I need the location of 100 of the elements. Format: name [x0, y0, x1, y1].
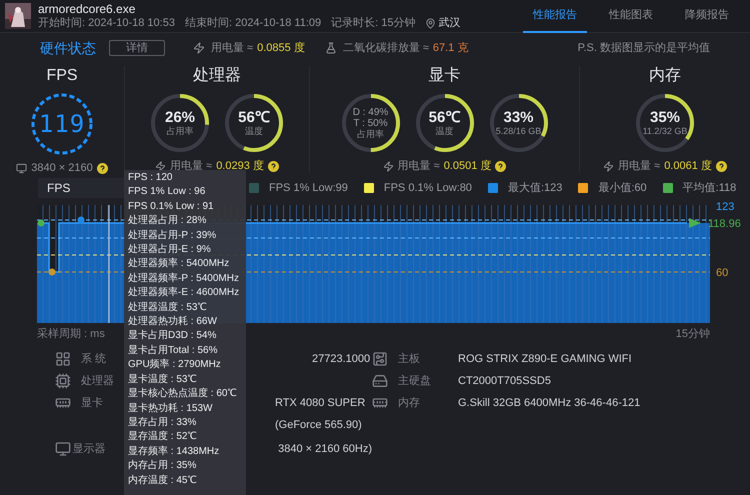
tooltip-line: FPS : 120: [128, 171, 172, 185]
power-value: 0.0855 度: [257, 40, 305, 56]
info-value: ROG STRIX Z890-E GAMING WIFI: [458, 352, 632, 365]
tooltip-line: 处理器占用-P : 39%: [128, 228, 216, 243]
tooltip-line: 显卡占用Total : 56%: [128, 344, 218, 358]
resolution-icon: [16, 162, 28, 174]
power-value: 0.0061 度: [664, 158, 712, 174]
help-icon[interactable]: [495, 160, 506, 172]
legend-label: FPS 1% Low:99: [269, 180, 348, 196]
gauge-value: 56℃: [238, 109, 270, 126]
chart-end-label: 15分钟: [676, 326, 710, 342]
location: 武汉: [438, 16, 460, 30]
tooltip-line: 处理器占用-E : 9%: [128, 243, 211, 258]
tooltip-line: 处理器频率 : 5400MHz: [128, 257, 230, 272]
info-label: 处理器: [81, 374, 114, 387]
display-icon: [55, 441, 71, 457]
tooltip-line: 处理器频率-E : 4600MHz: [128, 286, 240, 300]
info-value: (GeForce 565.90): [275, 418, 362, 431]
section-title: 硬件状态: [40, 38, 96, 58]
co2-label: 二氧化碳排放量 ≈: [342, 40, 429, 56]
card-title: 处理器: [193, 66, 241, 86]
system-icon: [55, 351, 71, 367]
average-arrow: [689, 218, 701, 228]
power-label: 用电量 ≈: [211, 40, 254, 56]
info-value: RTX 4080 SUPER: [275, 396, 366, 409]
board-icon: [372, 351, 388, 367]
tooltip-line: 显存温度 : 52℃: [128, 430, 196, 444]
gauge-label: 11.2/32 GB: [642, 126, 688, 137]
fps-ring: [30, 92, 94, 156]
power-icon: [155, 160, 166, 172]
tooltip-line: 显卡核心热点温度 : 60℃: [128, 387, 236, 402]
tooltip-line: 内存占用 : 35%: [128, 459, 196, 474]
info-label: 显示器: [72, 442, 106, 455]
info-value: 3840 × 2160 60Hz): [278, 442, 372, 455]
tooltip-line: 处理器温度 : 53℃: [128, 300, 206, 315]
gauge-value: 26%: [164, 109, 196, 126]
help-icon[interactable]: [268, 160, 279, 172]
duration: 记录时长: 15分钟: [331, 16, 416, 30]
legend-label: 最小值:60: [598, 180, 647, 196]
note-text: P.S. 数据图显示的是平均值: [578, 40, 710, 56]
tooltip-line: GPU频率 : 2790MHz: [128, 358, 221, 372]
card-title: FPS: [46, 66, 78, 86]
power-icon: [603, 160, 614, 172]
tooltip-line: 显卡温度 : 53℃: [128, 372, 196, 387]
power-value: 0.0501 度: [444, 158, 492, 174]
tooltip-line: 显卡占用D3D : 54%: [128, 329, 216, 344]
location-icon: [425, 18, 436, 28]
tooltip-line: 显存频率 : 1438MHz: [128, 444, 220, 459]
legend-label: 平均值:118: [682, 180, 736, 196]
max-point: [78, 216, 84, 224]
gauge-reading: T : 50%: [353, 118, 388, 128]
help-icon[interactable]: [96, 162, 108, 174]
legend-label: FPS 0.1% Low:80: [384, 180, 472, 196]
info-label: 内存: [398, 396, 420, 409]
tooltip-line: FPS 0.1% Low : 91: [128, 200, 214, 214]
gauge-label: 5.28/16 GB: [496, 126, 542, 137]
gauge-value: 56℃: [428, 109, 460, 126]
max-value-label: 123: [716, 200, 734, 215]
tab[interactable]: 性能报告: [523, 0, 587, 33]
tooltip-line: 处理器占用 : 28%: [128, 214, 206, 228]
card-title: 显卡: [428, 66, 460, 86]
tab[interactable]: 性能图表: [599, 0, 663, 33]
gauge-value: 33%: [503, 109, 534, 126]
min-point: [48, 268, 56, 276]
co2-value: 67.1 克: [432, 40, 468, 56]
resolution-text: 3840 × 2160: [31, 161, 93, 176]
details-button[interactable]: 详情: [109, 40, 165, 56]
card-title: 内存: [649, 66, 681, 86]
fps-value: 119: [38, 109, 86, 140]
average-point: [38, 220, 44, 226]
gauge-value: 35%: [650, 109, 680, 126]
info-label: 主硬盘: [398, 374, 431, 387]
power-icon: [193, 42, 205, 54]
power-label: 用电量 ≈: [170, 159, 212, 173]
tab[interactable]: 降频报告: [675, 0, 739, 33]
info-label: 主板: [398, 352, 420, 365]
legend-label: 最大值:123: [508, 180, 562, 196]
gauge-label: 温度: [436, 126, 454, 137]
gauge-label: 温度: [245, 126, 263, 137]
start-time: 开始时间: 2024-10-18 10:53: [38, 16, 175, 30]
tooltip-line: 处理器频率-P : 5400MHz: [128, 272, 239, 286]
end-time: 结束时间: 2024-10-18 11:09: [184, 16, 322, 30]
cpu-icon: [55, 373, 71, 389]
info-value: CT2000T705SSD5: [458, 374, 551, 387]
tooltip-line: 内存温度 : 45℃: [128, 474, 196, 488]
tooltip-line: 显卡热功耗 : 153W: [128, 402, 212, 416]
info-value: G.Skill 32GB 6400MHz 36-46-46-121: [458, 396, 640, 409]
info-label: 显卡: [81, 396, 103, 409]
min-value-label: 60: [716, 266, 728, 281]
power-icon: [382, 160, 394, 172]
gauge-label: 占用率: [166, 126, 194, 137]
power-value: 0.0293 度: [216, 158, 264, 174]
help-icon[interactable]: [716, 160, 727, 172]
gauge-reading: D : 49%: [352, 106, 388, 118]
tooltip-line: FPS 1% Low : 96: [128, 185, 206, 200]
info-value: 27723.1000: [312, 352, 370, 365]
power-label: 用电量 ≈: [618, 159, 660, 174]
power-label: 用电量 ≈: [398, 159, 440, 174]
metric-select[interactable]: FPS: [38, 178, 124, 198]
sample-period: 采样周期 : ms: [37, 326, 105, 342]
